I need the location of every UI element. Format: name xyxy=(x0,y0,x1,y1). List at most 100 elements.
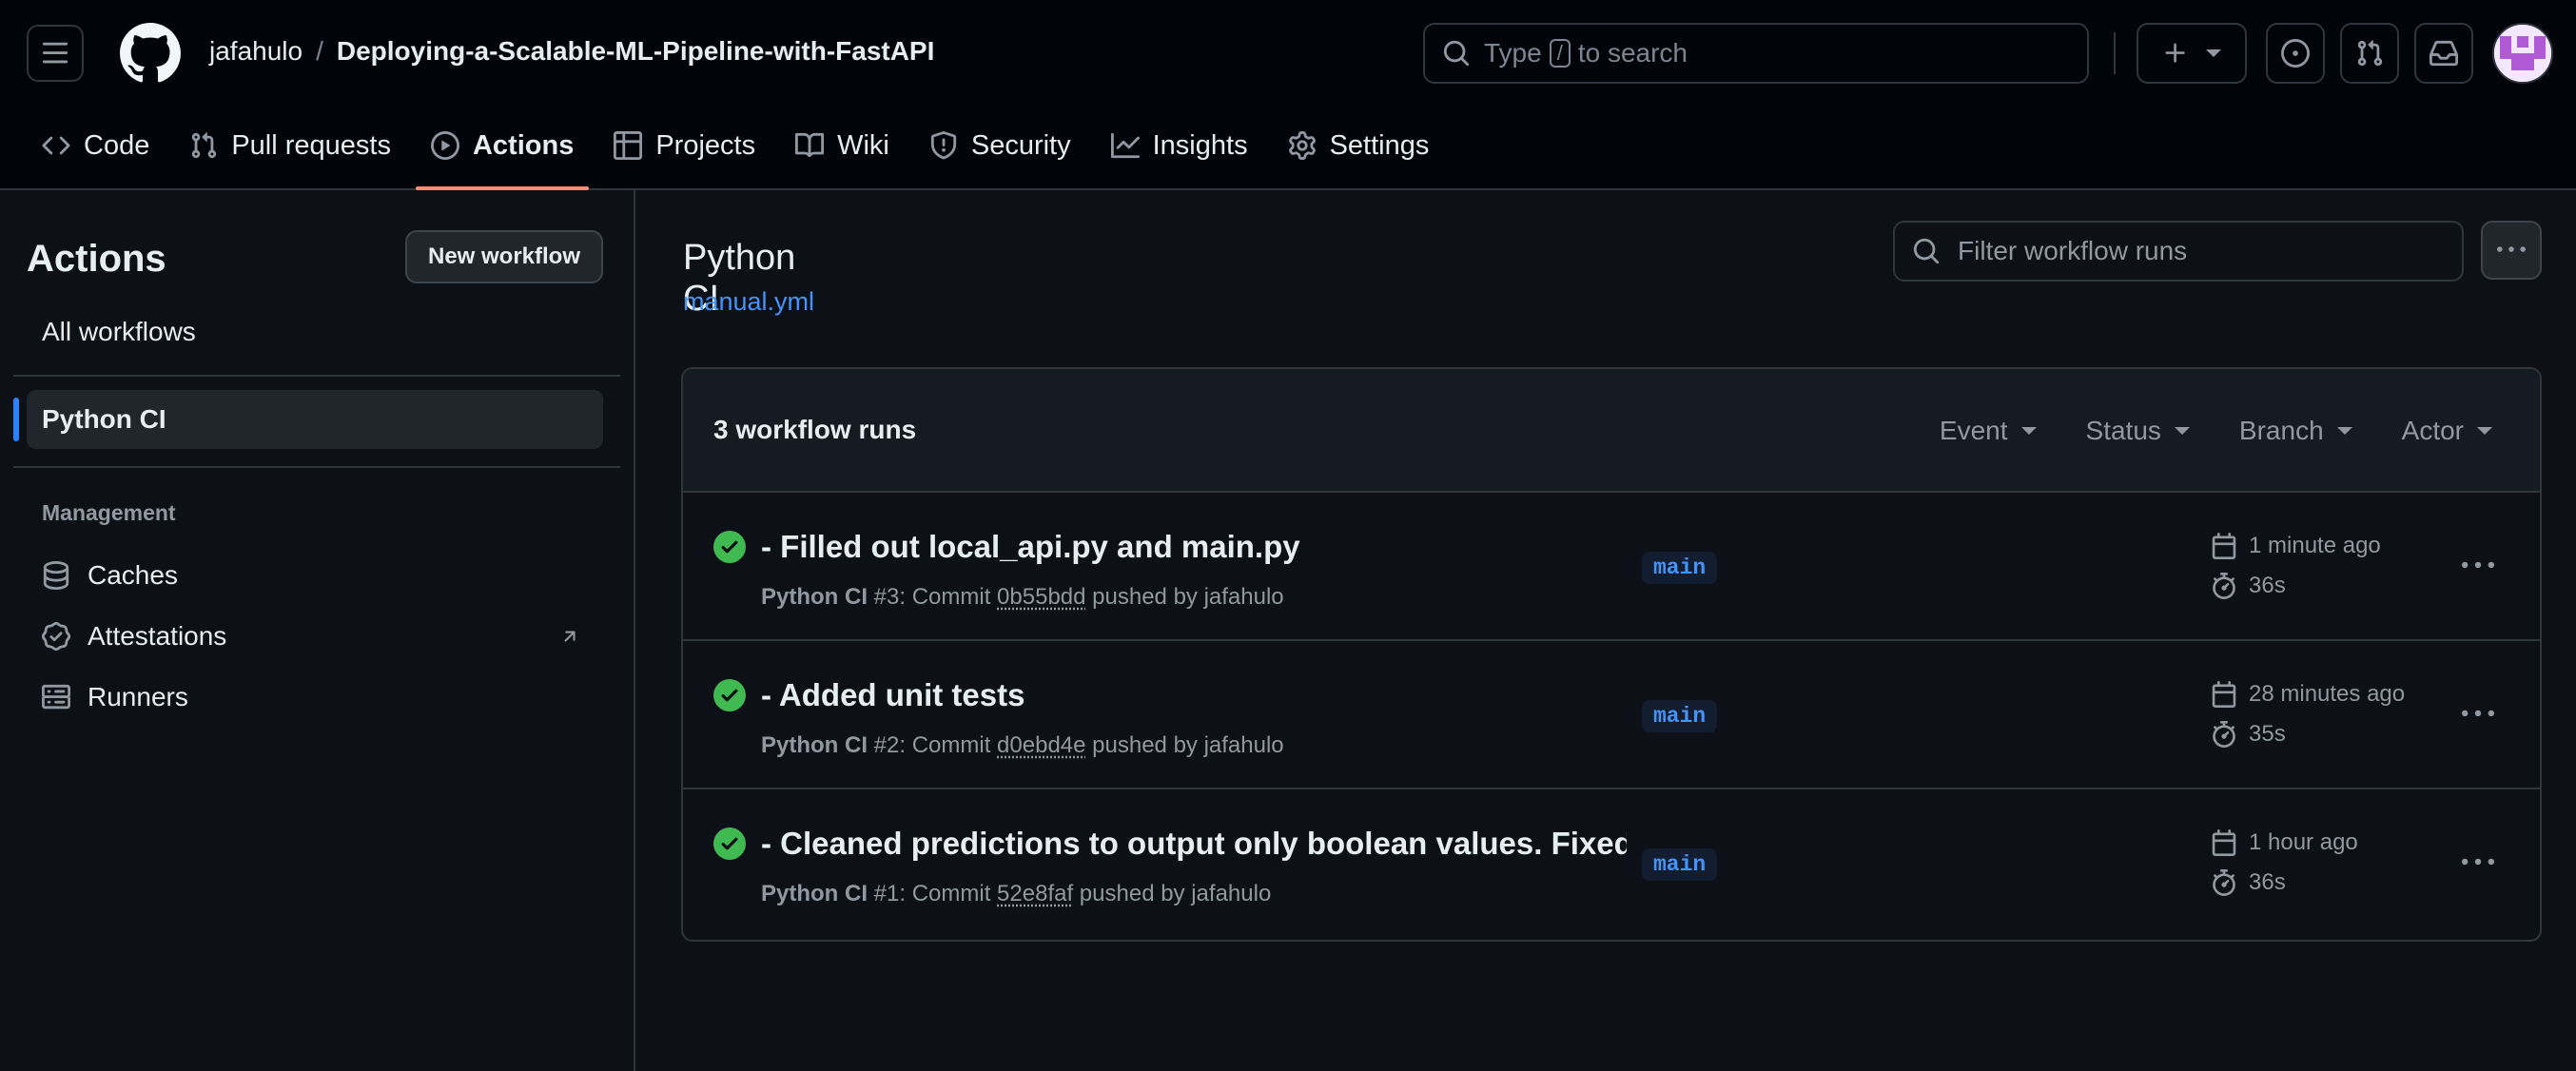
kebab-horizontal-icon[interactable] xyxy=(2462,550,2494,582)
chevron-down-icon xyxy=(2336,427,2352,435)
run-pushed-by: pushed by jafahulo xyxy=(1079,881,1272,906)
tab-projects[interactable]: Projects xyxy=(598,112,771,179)
tab-actions[interactable]: Actions xyxy=(415,112,590,190)
tab-security[interactable]: Security xyxy=(914,112,1086,179)
run-workflow-name: Python CI xyxy=(761,881,868,906)
sidebar-item-attestations[interactable]: Attestations xyxy=(27,607,603,666)
tab-code[interactable]: Code xyxy=(27,112,165,179)
play-icon xyxy=(430,131,459,160)
new-workflow-button[interactable]: New workflow xyxy=(405,230,603,283)
tab-actions-label: Actions xyxy=(472,129,575,161)
repo-owner-link[interactable]: jafahulo xyxy=(209,36,302,66)
kebab-horizontal-icon[interactable] xyxy=(2462,847,2494,879)
create-new-button[interactable] xyxy=(2137,23,2247,84)
search-icon xyxy=(1913,238,1940,264)
run-number: #2: Commit xyxy=(873,732,991,758)
sidebar-item-runners[interactable]: Runners xyxy=(27,668,603,727)
workflow-runs-header: 3 workflow runs Event Status Branch Acto… xyxy=(683,369,2540,493)
check-circle-fill-icon xyxy=(713,679,746,711)
filter-workflow-runs-input[interactable]: Filter workflow runs xyxy=(1893,221,2464,282)
top-bar: jafahulo / Deploying-a-Scalable-ML-Pipelin… xyxy=(0,0,2576,190)
commit-sha-link[interactable]: 0b55bdd xyxy=(997,584,1085,610)
run-filters: Event Status Branch Actor xyxy=(1940,369,2492,493)
git-pull-request-icon xyxy=(2357,40,2383,67)
run-duration-text: 36s xyxy=(2249,573,2286,598)
chevron-down-icon xyxy=(2174,427,2190,435)
breadcrumb: jafahulo / Deploying-a-Scalable-ML-Pipelin… xyxy=(209,36,934,67)
run-time: 28 minutes ago xyxy=(2211,681,2405,708)
tab-settings-label: Settings xyxy=(1329,129,1430,161)
issue-opened-icon xyxy=(2281,39,2310,68)
workflow-runs-box: 3 workflow runs Event Status Branch Acto… xyxy=(681,367,2542,942)
branch-badge[interactable]: main xyxy=(1642,700,1718,732)
sidebar-title: Actions xyxy=(27,238,166,280)
run-duration-text: 35s xyxy=(2249,721,2286,747)
search-suffix: to search xyxy=(1577,38,1688,68)
more-options-button[interactable] xyxy=(2481,221,2542,280)
commit-sha-link[interactable]: 52e8faf xyxy=(997,881,1073,906)
filter-label: Actor xyxy=(2401,416,2464,445)
run-title-link[interactable]: - Cleaned predictions to output only boo… xyxy=(761,826,1627,862)
breadcrumb-separator: / xyxy=(316,36,323,66)
run-title-link[interactable]: - Filled out local_api.py and main.py xyxy=(761,529,1300,565)
tab-security-label: Security xyxy=(970,129,1071,161)
run-duration: 35s xyxy=(2211,721,2286,748)
run-meta: Python CI #3: Commit 0b55bdd pushed by j… xyxy=(761,584,1284,611)
code-icon xyxy=(42,136,70,155)
event-filter-dropdown[interactable]: Event xyxy=(1940,416,2037,446)
issues-button[interactable] xyxy=(2266,23,2325,84)
sidebar-item-python-ci[interactable]: Python CI xyxy=(27,390,603,449)
tab-pull-requests[interactable]: Pull requests xyxy=(174,112,406,179)
divider xyxy=(13,466,620,468)
branch-filter-dropdown[interactable]: Branch xyxy=(2239,416,2352,446)
stopwatch-icon xyxy=(2213,721,2235,748)
calendar-icon xyxy=(2212,829,2236,856)
table-row: - Cleaned predictions to output only boo… xyxy=(683,789,2540,938)
run-workflow-name: Python CI xyxy=(761,584,868,610)
divider xyxy=(13,375,620,377)
avatar[interactable] xyxy=(2492,23,2553,84)
branch-badge[interactable]: main xyxy=(1642,848,1718,881)
workflow-file-link[interactable]: manual.yml xyxy=(683,287,814,317)
sidebar-item-caches[interactable]: Caches xyxy=(27,546,603,605)
shield-icon xyxy=(930,131,956,160)
inbox-button[interactable] xyxy=(2414,23,2473,84)
kebab-horizontal-icon[interactable] xyxy=(2462,698,2494,730)
sidebar-item-all-workflows[interactable]: All workflows xyxy=(27,302,603,361)
management-heading: Management xyxy=(42,500,176,525)
arrow-up-right-icon xyxy=(564,631,576,642)
search-icon xyxy=(1443,40,1470,67)
actions-sidebar: Actions New workflow All workflows Pytho… xyxy=(0,190,635,1071)
gear-icon xyxy=(1288,131,1316,160)
search-shortcut-key: / xyxy=(1549,39,1571,68)
check-circle-fill-icon xyxy=(713,531,746,563)
tab-settings[interactable]: Settings xyxy=(1273,112,1445,179)
run-time-text: 1 minute ago xyxy=(2249,533,2381,558)
check-circle-fill-icon xyxy=(713,828,746,860)
run-number: #1: Commit xyxy=(873,881,991,906)
commit-sha-link[interactable]: d0ebd4e xyxy=(997,732,1085,758)
menu-button[interactable] xyxy=(27,25,84,82)
stopwatch-icon xyxy=(2213,573,2235,599)
github-logo-icon[interactable] xyxy=(120,23,181,84)
repo-name-link[interactable]: Deploying-a-Scalable-ML-Pipeline-with-Fa… xyxy=(337,36,935,66)
pull-requests-button[interactable] xyxy=(2340,23,2399,84)
kebab-horizontal-icon xyxy=(2497,246,2526,252)
tab-wiki[interactable]: Wiki xyxy=(780,112,905,179)
status-filter-dropdown[interactable]: Status xyxy=(2086,416,2190,446)
plus-icon xyxy=(2165,43,2185,63)
tab-insights-label: Insights xyxy=(1152,129,1248,161)
global-search-input[interactable]: Type / to search xyxy=(1423,23,2089,84)
sidebar-item-label: Runners xyxy=(88,682,188,711)
run-pushed-by: pushed by jafahulo xyxy=(1092,584,1284,610)
filter-label: Event xyxy=(1939,416,2008,445)
run-title-link[interactable]: - Added unit tests xyxy=(761,677,1025,713)
actor-filter-dropdown[interactable]: Actor xyxy=(2402,416,2492,446)
chevron-down-icon xyxy=(2477,427,2492,435)
sidebar-item-label: Python CI xyxy=(42,404,166,434)
branch-badge[interactable]: main xyxy=(1642,552,1718,584)
filter-label: Branch xyxy=(2238,416,2324,445)
run-meta: Python CI #2: Commit d0ebd4e pushed by j… xyxy=(761,732,1284,759)
tab-insights[interactable]: Insights xyxy=(1096,112,1263,179)
stopwatch-icon xyxy=(2213,869,2235,896)
